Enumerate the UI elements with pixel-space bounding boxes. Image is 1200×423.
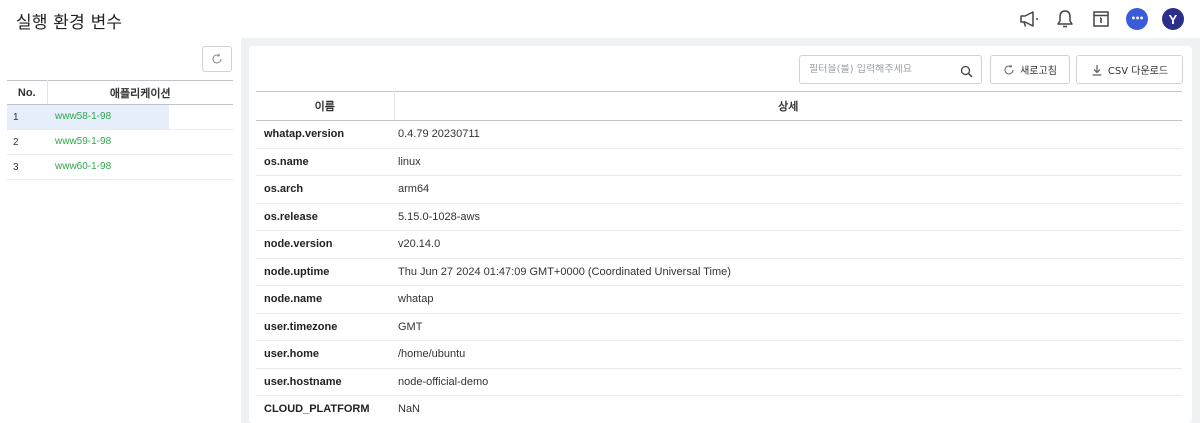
refresh-button[interactable]: 새로고침: [990, 55, 1070, 84]
row-number: 3: [7, 154, 47, 180]
table-row[interactable]: os.release 5.15.0-1028-aws: [256, 203, 1182, 231]
megaphone-icon[interactable]: [1018, 8, 1040, 30]
table-row[interactable]: node.name whatap: [256, 285, 1182, 314]
table-row[interactable]: CLOUD_PLATFORM NaN: [256, 395, 1182, 423]
table-row[interactable]: user.hostname node-official-demo: [256, 368, 1182, 396]
application-link[interactable]: www60-1-98: [47, 155, 169, 179]
variable-name: node.version: [256, 230, 394, 259]
chat-glyph: •••: [1130, 14, 1144, 23]
variable-name: os.arch: [256, 175, 394, 204]
variable-value: v20.14.0: [394, 230, 1182, 259]
search-icon[interactable]: [960, 63, 973, 82]
csv-download-button[interactable]: CSV 다운로드: [1076, 55, 1183, 84]
table-row[interactable]: node.version v20.14.0: [256, 230, 1182, 259]
download-icon: [1092, 64, 1102, 76]
column-header-name[interactable]: 이름: [256, 91, 395, 121]
table-row[interactable]: node.uptime Thu Jun 27 2024 01:47:09 GMT+…: [256, 258, 1182, 286]
row-number: 1: [7, 104, 47, 130]
variable-name: user.timezone: [256, 313, 394, 341]
page-header: 실행 환경 변수 ••• Y: [0, 0, 1200, 38]
variable-value: linux: [394, 148, 1182, 176]
variable-value: NaN: [394, 395, 1182, 423]
variable-value: GMT: [394, 313, 1182, 341]
variable-value: 5.15.0-1028-aws: [394, 203, 1182, 231]
variable-name: user.hostname: [256, 368, 394, 396]
avatar-letter: Y: [1168, 11, 1178, 27]
table-row[interactable]: os.name linux: [256, 148, 1182, 176]
column-header-detail[interactable]: 상세: [394, 91, 1182, 121]
csv-download-label: CSV 다운로드: [1107, 66, 1169, 77]
variable-value: Thu Jun 27 2024 01:47:09 GMT+0000 (Coord…: [394, 258, 1182, 286]
variable-name: whatap.version: [256, 120, 394, 149]
page-title: 실행 환경 변수: [16, 13, 123, 33]
table-row[interactable]: os.arch arm64: [256, 175, 1182, 204]
environment-table: 이름 상세 whatap.version 0.4.79 20230711 os.na…: [256, 91, 1182, 423]
table-row[interactable]: 2 www59-1-98: [7, 129, 233, 155]
row-number: 2: [7, 129, 47, 155]
filter-box: [799, 55, 982, 84]
variable-name: os.release: [256, 203, 394, 231]
table-row[interactable]: 1 www58-1-98: [7, 104, 233, 130]
application-table: No. 애플리케이션 1 www58-1-98 2 www59-1-98 3 w…: [7, 80, 233, 180]
bell-icon[interactable]: [1054, 8, 1076, 30]
variable-value: /home/ubuntu: [394, 340, 1182, 369]
column-header-application[interactable]: 애플리케이션: [47, 80, 233, 105]
table-row[interactable]: user.timezone GMT: [256, 313, 1182, 341]
variable-name: user.home: [256, 340, 394, 369]
app-list-refresh-button[interactable]: [202, 46, 232, 72]
refresh-icon: [212, 53, 222, 64]
environment-variables-panel: 새로고침 CSV 다운로드 이름 상세 whatap.version0.4.79…: [249, 46, 1192, 423]
table-row[interactable]: user.home/home/ubuntu: [256, 340, 1182, 369]
variable-value: 0.4.79 20230711: [394, 120, 1182, 149]
filter-input[interactable]: [809, 64, 959, 75]
variable-value: whatap: [394, 285, 1182, 314]
column-header-no[interactable]: No.: [7, 80, 48, 105]
header-icons: ••• Y: [1018, 6, 1184, 32]
variable-name: os.name: [256, 148, 394, 176]
refresh-label: 새로고침: [1020, 66, 1057, 77]
refresh-icon: [1004, 64, 1014, 74]
application-list-panel: No. 애플리케이션 1 www58-1-98 2 www59-1-98 3 w…: [0, 38, 241, 423]
application-link[interactable]: www59-1-98: [47, 130, 169, 154]
application-link[interactable]: www58-1-98: [47, 105, 169, 129]
chat-icon[interactable]: •••: [1126, 8, 1148, 30]
table-row[interactable]: whatap.version 0.4.79 20230711: [256, 120, 1182, 149]
variable-name: CLOUD_PLATFORM: [256, 395, 394, 423]
variable-value: node-official-demo: [394, 368, 1182, 396]
variable-name: node.uptime: [256, 258, 394, 286]
variable-value: arm64: [394, 175, 1182, 204]
avatar[interactable]: Y: [1162, 8, 1184, 30]
calendar-icon[interactable]: [1090, 8, 1112, 30]
table-row[interactable]: 3 www60-1-98: [7, 154, 233, 180]
variable-name: node.name: [256, 285, 394, 314]
